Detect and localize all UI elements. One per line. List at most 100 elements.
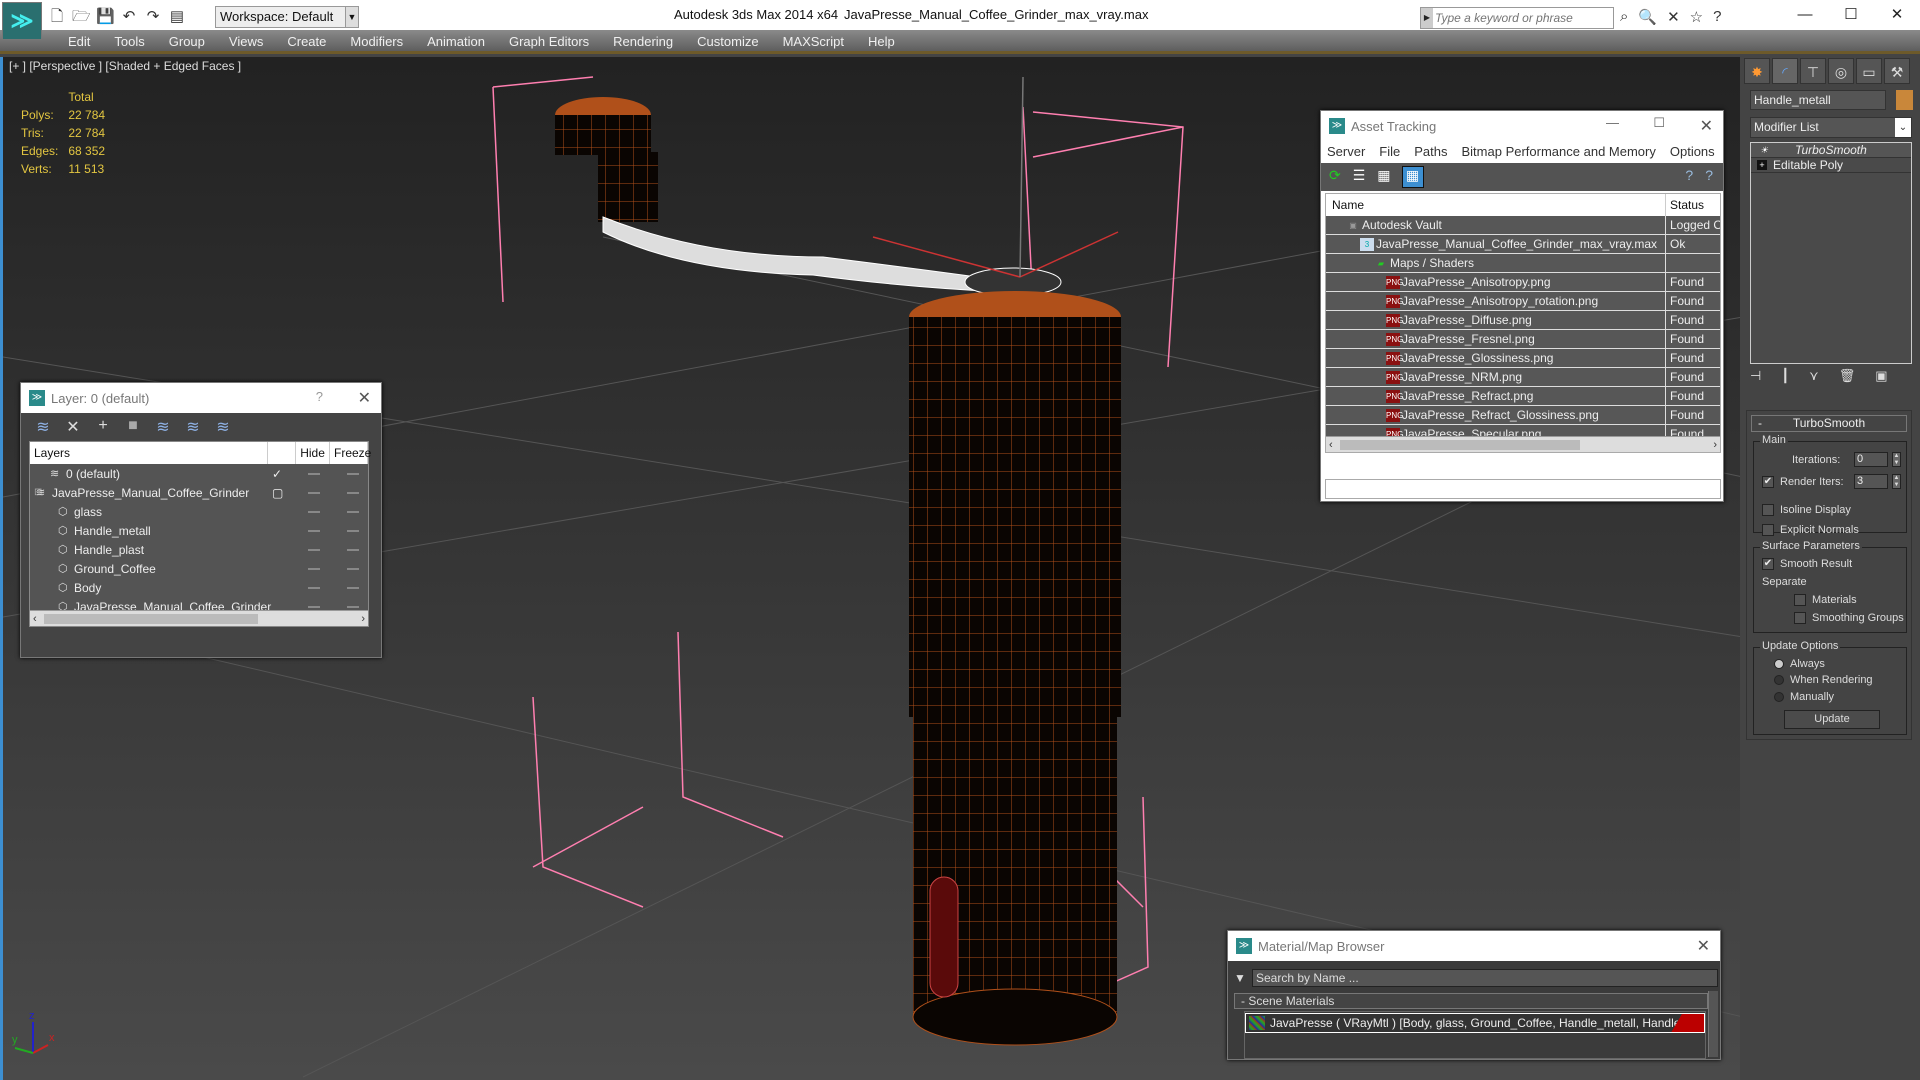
menu-maxscript[interactable]: MAXScript <box>771 30 856 51</box>
motion-tab-icon[interactable]: ◎ <box>1828 58 1854 84</box>
viewport-label[interactable]: [+ ] [Perspective ] [Shaded + Edged Face… <box>9 59 241 73</box>
stack-item-editable-poly[interactable]: + Editable Poly <box>1751 158 1911 173</box>
refresh-icon[interactable]: ⟳ <box>1329 167 1341 187</box>
freeze-toggle[interactable] <box>347 606 359 608</box>
current-layer-check-icon[interactable]: ✓ <box>272 467 282 481</box>
materials-checkbox[interactable] <box>1794 594 1806 607</box>
layer-panel-header[interactable]: ≫ Layer: 0 (default) ? ✕ <box>21 383 381 413</box>
make-unique-icon[interactable]: ⋎ <box>1809 368 1819 384</box>
filter-dropdown-icon[interactable]: ▼ <box>1234 971 1246 985</box>
minimize-button[interactable]: — <box>1606 115 1619 130</box>
freeze-all-layers-icon[interactable]: ≋ <box>213 417 233 439</box>
layer-row[interactable]: ⬡ Handle_metall <box>30 521 368 540</box>
horizontal-scrollbar[interactable]: ‹ › <box>1326 436 1720 452</box>
freeze-toggle[interactable] <box>347 530 359 532</box>
menu-create[interactable]: Create <box>275 30 338 51</box>
hide-toggle[interactable] <box>308 587 320 589</box>
minimize-button[interactable]: — <box>1782 0 1828 30</box>
manually-radio[interactable] <box>1774 692 1784 703</box>
menu-rendering[interactable]: Rendering <box>601 30 685 51</box>
asset-row[interactable]: PNG JavaPresse_Glossiness.png Found <box>1326 349 1720 368</box>
rollout-header[interactable]: - TurboSmooth <box>1751 415 1907 432</box>
search-by-name-input[interactable]: Search by Name ... <box>1252 969 1718 987</box>
always-radio[interactable] <box>1774 659 1784 670</box>
delete-layer-icon[interactable]: ✕ <box>63 417 83 439</box>
hide-toggle[interactable] <box>308 530 320 532</box>
make-current-checkbox[interactable]: ▢ <box>272 486 283 500</box>
asset-row[interactable]: PNG JavaPresse_Diffuse.png Found <box>1326 311 1720 330</box>
hide-all-layers-icon[interactable]: ≋ <box>183 417 203 439</box>
hide-toggle[interactable] <box>308 549 320 551</box>
layer-row[interactable]: ⬡ Body <box>30 578 368 597</box>
object-color-swatch[interactable] <box>1896 90 1913 110</box>
menu-help[interactable]: Help <box>856 30 907 51</box>
render-iters-checkbox[interactable]: ✔ <box>1762 476 1774 489</box>
isoline-checkbox[interactable] <box>1762 504 1774 517</box>
stack-item-turbosmooth[interactable]: ☀ TurboSmooth <box>1751 143 1911 158</box>
column-header-name[interactable]: Name <box>1326 194 1666 216</box>
layer-row[interactable]: ⬡ glass <box>30 502 368 521</box>
menu-customize[interactable]: Customize <box>685 30 770 51</box>
utilities-tab-icon[interactable]: ⚒ <box>1884 58 1910 84</box>
add-to-layer-icon[interactable]: + <box>93 417 113 439</box>
asset-path-field[interactable] <box>1325 479 1721 499</box>
display-tab-icon[interactable]: ▭ <box>1856 58 1882 84</box>
help-icon[interactable]: ? <box>1685 167 1693 183</box>
freeze-toggle[interactable] <box>347 511 359 513</box>
open-file-icon[interactable]: 🗁 <box>72 8 91 26</box>
spinner-arrows[interactable]: ▲ ▼ <box>1892 474 1901 489</box>
lightbulb-icon[interactable]: ☀ <box>1759 145 1769 155</box>
new-file-icon[interactable]: 🗋 <box>48 8 66 26</box>
help-button[interactable]: ? <box>316 389 323 404</box>
save-icon[interactable]: 💾 <box>96 8 115 26</box>
scene-materials-section[interactable]: - Scene Materials <box>1234 993 1708 1009</box>
modifier-list-dropdown[interactable]: Modifier List ⌄ <box>1750 117 1912 138</box>
search-input[interactable] <box>1435 9 1611 27</box>
modify-tab-icon[interactable]: ◜ <box>1772 58 1798 84</box>
menu-modifiers[interactable]: Modifiers <box>338 30 415 51</box>
hide-toggle[interactable] <box>308 606 320 608</box>
menu-views[interactable]: Views <box>217 30 275 51</box>
table-view-icon[interactable]: ▦ <box>1401 166 1424 188</box>
app-logo-button[interactable]: ≫ <box>2 2 42 40</box>
when-rendering-radio[interactable] <box>1774 675 1784 686</box>
redo-icon[interactable]: ↷ <box>144 8 162 26</box>
asset-row[interactable]: PNG JavaPresse_Anisotropy_rotation.png Fou… <box>1326 292 1720 311</box>
column-header-hide[interactable]: Hide <box>296 442 330 464</box>
asset-row[interactable]: ▣ Autodesk Vault Logged Out <box>1326 216 1720 235</box>
vertical-scrollbar[interactable] <box>1708 991 1718 1057</box>
infocenter-search[interactable]: ▶ <box>1420 7 1614 29</box>
material-browser-header[interactable]: ≫ Material/Map Browser ✕ <box>1228 931 1720 961</box>
close-button[interactable]: ✕ <box>1874 0 1920 30</box>
freeze-toggle[interactable] <box>347 568 359 570</box>
context-help-icon[interactable]: ? <box>1705 167 1713 183</box>
menu-bitmap-performance[interactable]: Bitmap Performance and Memory <box>1462 141 1656 163</box>
create-layer-icon[interactable]: ≋ <box>33 417 53 439</box>
asset-row[interactable]: 3 JavaPresse_Manual_Coffee_Grinder_max_vr… <box>1326 235 1720 254</box>
object-name-field[interactable]: Handle_metall <box>1750 90 1886 110</box>
freeze-toggle[interactable] <box>347 473 359 475</box>
pin-stack-icon[interactable]: ⊣ <box>1750 368 1761 384</box>
asset-row[interactable]: ▰ Maps / Shaders <box>1326 254 1720 273</box>
favorites-icon[interactable]: ☆ <box>1690 8 1703 26</box>
freeze-toggle[interactable] <box>347 587 359 589</box>
create-tab-icon[interactable]: ✸ <box>1744 58 1770 84</box>
menu-animation[interactable]: Animation <box>415 30 497 51</box>
menu-group[interactable]: Group <box>157 30 217 51</box>
search-icon[interactable]: 🔍 <box>1638 8 1657 26</box>
list-view-icon[interactable]: ☰ <box>1353 167 1366 187</box>
highlight-layer-icon[interactable]: ≋ <box>153 417 173 439</box>
maximize-button[interactable]: ☐ <box>1828 0 1874 30</box>
menu-options[interactable]: Options <box>1670 141 1715 163</box>
render-iters-spinner[interactable]: 3 <box>1854 474 1888 489</box>
layer-row[interactable]: ⬡ Ground_Coffee <box>30 559 368 578</box>
hierarchy-tab-icon[interactable]: ⊤ <box>1800 58 1826 84</box>
configure-sets-icon[interactable]: ▣ <box>1875 368 1887 384</box>
layer-row[interactable]: ⊟ ≋ JavaPresse_Manual_Coffee_Grinder ▢ <box>30 483 368 502</box>
iterations-spinner[interactable]: 0 <box>1854 452 1888 467</box>
select-objects-icon[interactable]: ■ <box>123 417 143 439</box>
undo-icon[interactable]: ↶ <box>120 8 138 26</box>
asset-row[interactable]: PNG JavaPresse_Anisotropy.png Found <box>1326 273 1720 292</box>
close-icon[interactable]: ✕ <box>358 388 371 408</box>
tree-view-icon[interactable]: ▦ <box>1377 167 1390 187</box>
